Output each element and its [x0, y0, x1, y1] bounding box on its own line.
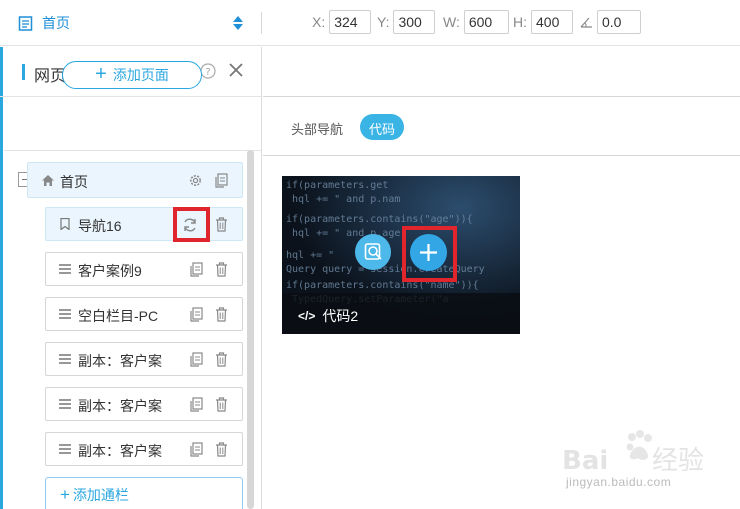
right-header-band — [263, 47, 740, 97]
panel-accent-bar — [0, 47, 3, 509]
page-selector[interactable]: 首页 — [18, 0, 274, 46]
copy-icon[interactable] — [190, 397, 203, 412]
node-label: 副本：客户案 — [78, 353, 162, 369]
tree-node-column[interactable]: 副本：客户案 — [45, 342, 243, 376]
bookmark-icon — [60, 218, 70, 230]
module-thumbnail[interactable]: if(parameters.get hql += " and p.nam if(… — [282, 176, 520, 334]
width-coordinate: W: 600 — [443, 10, 509, 34]
svg-text:Bai: Bai — [562, 446, 608, 476]
w-label: W: — [443, 14, 460, 30]
node-label: 副本：客户案 — [78, 443, 162, 459]
menu-lines-icon — [59, 309, 71, 319]
node-label: 空白栏目-PC — [78, 308, 159, 324]
trash-icon[interactable] — [215, 397, 228, 412]
title-marker — [22, 64, 25, 80]
copy-icon[interactable] — [190, 352, 203, 367]
plus-icon — [420, 244, 437, 261]
h-label: H: — [513, 14, 527, 30]
node-label: 导航16 — [78, 218, 122, 234]
home-icon — [42, 175, 54, 186]
trash-icon[interactable] — [215, 262, 228, 277]
node-label: 副本：客户案 — [78, 398, 162, 414]
gear-icon[interactable] — [188, 173, 203, 188]
divider — [4, 150, 261, 151]
copy-icon[interactable] — [190, 442, 203, 457]
node-label: 客户案例9 — [78, 263, 142, 279]
x-input[interactable]: 324 — [329, 10, 372, 34]
height-coordinate: H: 400 — [513, 10, 573, 34]
tree-node-column[interactable]: 副本：客户案 — [45, 432, 243, 466]
current-page-name: 首页 — [42, 15, 70, 31]
tree-root-home[interactable]: 首页 — [27, 162, 243, 198]
angle-coordinate: 0.0 — [580, 10, 641, 34]
scrollbar[interactable] — [247, 150, 254, 509]
angle-input[interactable]: 0.0 — [597, 10, 641, 34]
trash-icon[interactable] — [215, 217, 228, 232]
watermark-url: jingyan.baidu.com — [566, 475, 672, 489]
trash-icon[interactable] — [215, 442, 228, 457]
sort-updown-icon[interactable] — [232, 14, 244, 32]
refresh-icon[interactable] — [182, 217, 198, 233]
y-label: Y: — [377, 14, 390, 30]
svg-text:if(parameters.contains("age")): if(parameters.contains("age")){ — [286, 214, 473, 225]
y-input[interactable]: 300 — [393, 10, 436, 34]
plus-icon: + — [95, 63, 107, 85]
tree-node-column[interactable]: 客户案例9 — [45, 252, 243, 286]
trash-icon[interactable] — [215, 307, 228, 322]
document-icon — [18, 15, 33, 31]
close-icon[interactable] — [229, 63, 243, 77]
tree-node-nav[interactable]: 导航16 — [45, 207, 243, 242]
help-icon[interactable]: ? — [200, 63, 216, 79]
add-page-label: 添加页面 — [112, 67, 169, 83]
angle-icon — [580, 17, 592, 28]
code-icon: </> — [298, 309, 316, 323]
menu-lines-icon — [59, 264, 71, 274]
add-page-button[interactable]: + 添加页面 — [62, 61, 202, 89]
menu-lines-icon — [59, 354, 71, 364]
svg-text:?: ? — [205, 67, 210, 78]
root-label: 首页 — [60, 174, 88, 190]
add-column-button[interactable]: + 添加通栏 — [45, 477, 243, 509]
copy-icon[interactable] — [190, 307, 203, 322]
category-tabs: 头部导航 代码 — [263, 98, 740, 156]
tab-header-nav[interactable]: 头部导航 — [291, 114, 343, 140]
copy-icon[interactable] — [190, 262, 203, 277]
menu-lines-icon — [59, 444, 71, 454]
preview-icon — [364, 243, 382, 260]
y-coordinate: Y: 300 — [377, 10, 436, 34]
menu-lines-icon — [59, 399, 71, 409]
svg-text:hql += ": hql += " — [286, 250, 334, 261]
top-toolbar: 首页 X: 324 Y: 300 W: 600 H: 400 0.0 — [0, 0, 740, 46]
add-module-button[interactable] — [410, 234, 447, 271]
preview-button[interactable] — [355, 234, 391, 270]
tree-node-column[interactable]: 空白栏目-PC — [45, 297, 243, 331]
x-label: X: — [312, 14, 326, 30]
toolbar-divider — [261, 12, 262, 34]
x-coordinate: X: 324 — [312, 10, 372, 34]
thumbnail-caption: </> 代码2 — [298, 306, 358, 326]
copy-icon[interactable] — [215, 173, 228, 188]
width-input[interactable]: 600 — [463, 10, 509, 34]
svg-text:if(parameters.get: if(parameters.get — [286, 180, 388, 191]
trash-icon[interactable] — [215, 352, 228, 367]
add-column-label: 添加通栏 — [72, 487, 129, 503]
plus-icon: + — [60, 485, 70, 504]
svg-text:hql += " and p.nam: hql += " and p.nam — [292, 194, 400, 205]
svg-text:经验: 经验 — [652, 446, 704, 476]
tree-node-column[interactable]: 副本：客户案 — [45, 387, 243, 421]
caption-label: 代码2 — [322, 308, 359, 324]
height-input[interactable]: 400 — [531, 10, 573, 34]
tab-code[interactable]: 代码 — [360, 114, 404, 140]
